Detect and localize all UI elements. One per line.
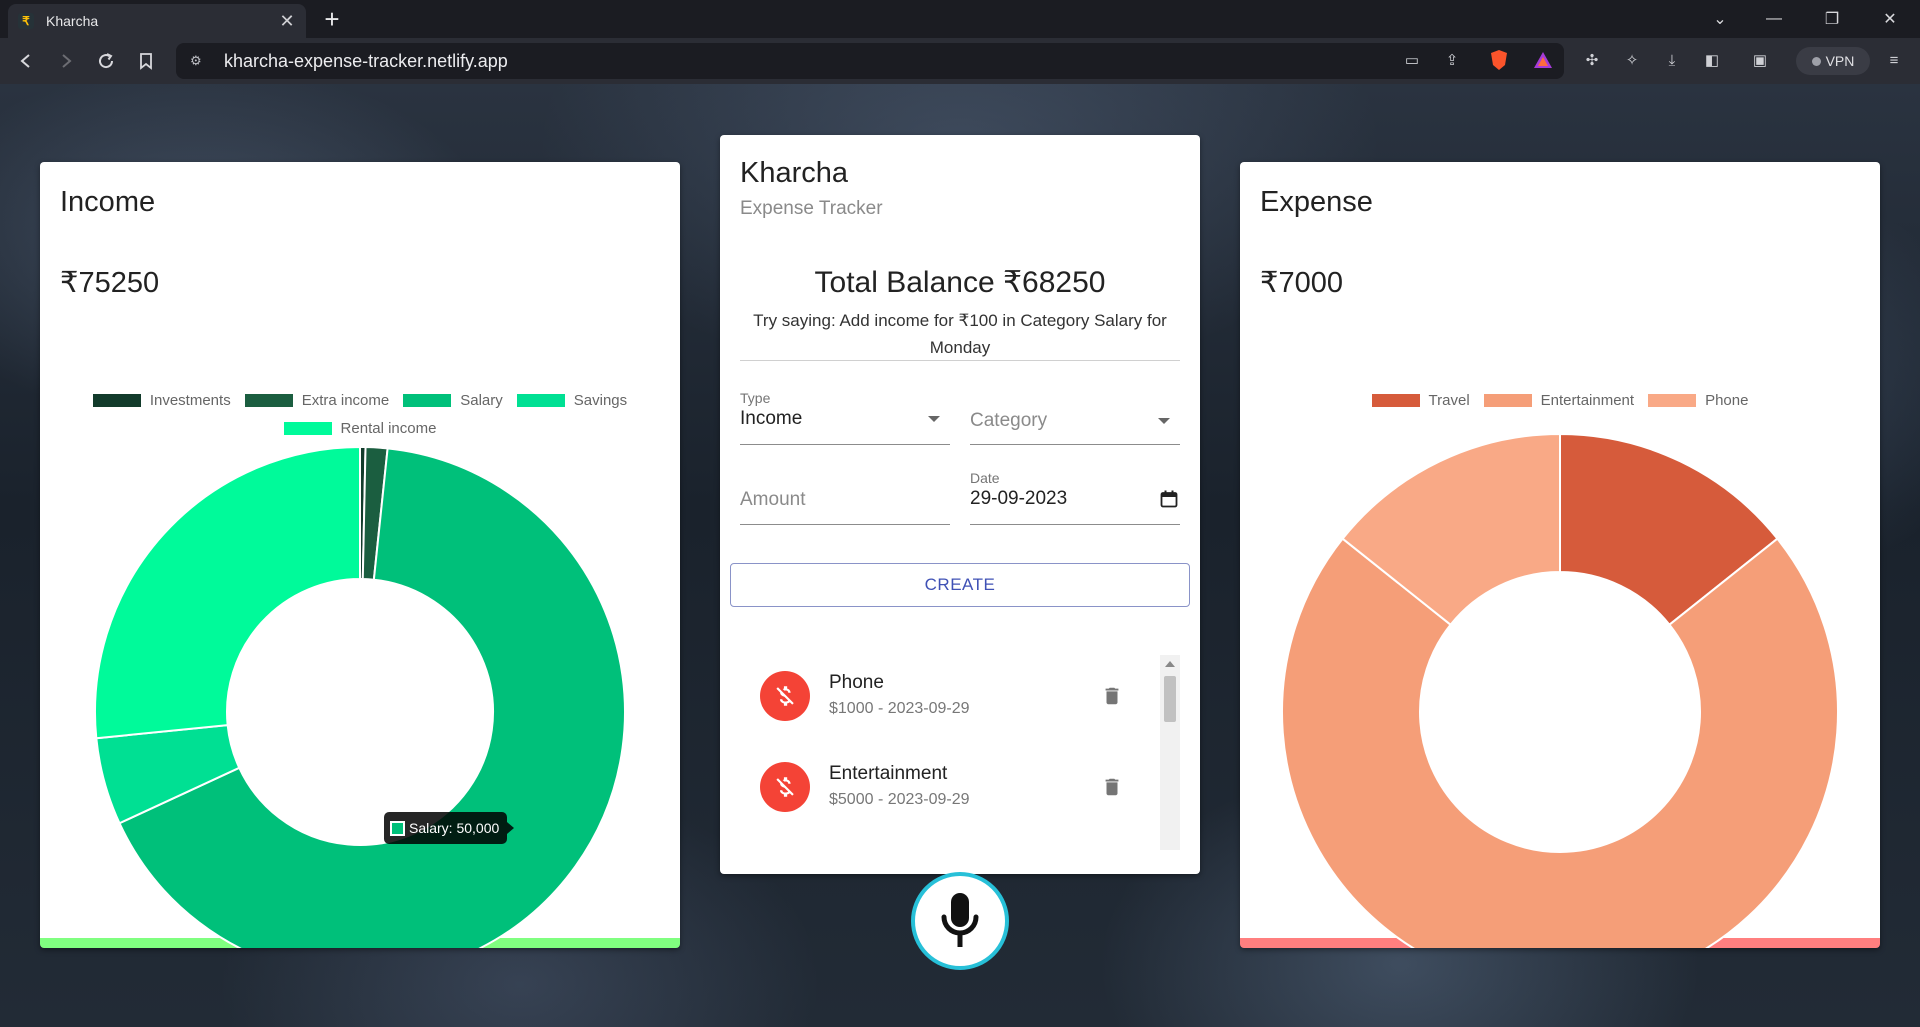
date-input[interactable]: Date 29-09-2023 <box>970 470 1180 525</box>
amount-placeholder: Amount <box>740 489 806 510</box>
transaction-detail: $5000 - 2023-09-29 <box>829 791 970 808</box>
category-dropdown-icon <box>1158 418 1170 424</box>
back-icon[interactable] <box>12 47 40 75</box>
date-label: Date <box>970 470 1000 486</box>
slice-entertainment[interactable] <box>1281 537 1839 948</box>
sidebar-icon[interactable]: ◧ <box>1700 46 1724 74</box>
browser-titlebar: ₹ Kharcha ✕ + ⌄ — ❐ ✕ <box>0 0 1920 38</box>
close-window-icon[interactable]: ✕ <box>1870 4 1910 34</box>
expense-card: Expense ₹7000 Travel Entertainment Phone <box>1240 162 1880 948</box>
transaction-name: Entertainment <box>829 763 948 784</box>
vpn-button[interactable]: VPN <box>1796 47 1870 75</box>
browser-tab[interactable]: ₹ Kharcha ✕ <box>8 4 306 38</box>
tracker-card: Kharcha Expense Tracker Total Balance ₹6… <box>720 135 1200 874</box>
reload-icon[interactable] <box>92 47 120 75</box>
type-label: Type <box>740 390 771 406</box>
income-card: Income ₹75250 Investments Extra income Sal… <box>40 162 680 948</box>
kharcha-favicon-icon: ₹ <box>18 13 34 29</box>
app-title: Kharcha <box>740 157 849 189</box>
extensions-icon[interactable]: ✣ <box>1580 46 1604 74</box>
transaction-detail: $1000 - 2023-09-29 <box>829 700 970 717</box>
date-value: 29-09-2023 <box>970 488 1068 509</box>
amount-input[interactable]: Amount <box>740 471 950 525</box>
tooltip-swatch <box>390 820 405 836</box>
list-item[interactable]: Entertainment $5000 - 2023-09-29 <box>720 752 1160 822</box>
address-bar[interactable]: ⚙ kharcha-expense-tracker.netlify.app <box>176 43 1564 79</box>
tab-close-icon[interactable]: ✕ <box>278 11 296 32</box>
vpn-label: VPN <box>1825 53 1855 69</box>
type-dropdown-icon <box>928 416 940 422</box>
calendar-icon[interactable] <box>1160 490 1178 508</box>
transaction-list: Phone $1000 - 2023-09-29 Entertainment $… <box>720 650 1200 850</box>
list-scrollbar[interactable] <box>1160 655 1180 850</box>
page-viewport: Income ₹75250 Investments Extra income Sal… <box>0 84 1920 1027</box>
category-select[interactable]: Category <box>970 390 1180 445</box>
transaction-name: Phone <box>829 672 884 693</box>
microphone-button[interactable] <box>911 872 1009 970</box>
wallet-icon[interactable]: ▣ <box>1748 46 1772 74</box>
site-info-icon[interactable]: ⚙ <box>190 53 210 69</box>
leo-ai-icon[interactable]: ✧ <box>1620 46 1644 74</box>
scroll-thumb[interactable] <box>1164 676 1176 722</box>
bookmark-icon[interactable] <box>132 47 160 75</box>
slice-rental-income[interactable] <box>94 445 361 740</box>
expense-donut-chart[interactable] <box>1240 162 1880 948</box>
delete-icon[interactable] <box>1101 683 1123 709</box>
brave-shield-icon[interactable] <box>1487 46 1511 74</box>
share-icon[interactable]: ⇪ <box>1440 46 1464 74</box>
url-text[interactable]: kharcha-expense-tracker.netlify.app <box>224 51 508 72</box>
type-select[interactable]: Type Income <box>740 390 950 445</box>
cast-icon[interactable]: ▭ <box>1400 46 1424 74</box>
money-off-icon <box>760 762 810 812</box>
list-item[interactable]: Phone $1000 - 2023-09-29 <box>720 661 1160 731</box>
voice-hint: Try saying: Add income for ₹100 in Categ… <box>753 311 1167 357</box>
money-off-icon <box>760 671 810 721</box>
delete-icon[interactable] <box>1101 774 1123 800</box>
type-value: Income <box>740 408 803 429</box>
minimize-icon[interactable]: — <box>1754 4 1794 34</box>
restore-icon[interactable]: ❐ <box>1812 4 1852 34</box>
app-subtitle: Expense Tracker <box>740 198 883 219</box>
downloads-icon[interactable]: ⤓ <box>1660 46 1684 74</box>
tooltip-text: Salary: 50,000 <box>409 820 500 836</box>
microphone-icon <box>941 893 979 947</box>
create-button[interactable]: CREATE <box>730 563 1190 607</box>
new-tab-button[interactable]: + <box>318 6 346 34</box>
scroll-up-arrow-icon[interactable] <box>1165 661 1175 667</box>
menu-icon[interactable]: ≡ <box>1882 46 1906 74</box>
brave-rewards-icon[interactable] <box>1531 46 1555 74</box>
divider <box>740 360 1180 361</box>
forward-icon[interactable] <box>52 47 80 75</box>
browser-toolbar: ⚙ kharcha-expense-tracker.netlify.app ▭ … <box>0 38 1920 84</box>
tab-title: Kharcha <box>46 13 99 29</box>
income-donut-chart[interactable] <box>40 162 680 948</box>
chart-tooltip: Salary: 50,000 <box>384 812 515 844</box>
tab-search-chevron-icon[interactable]: ⌄ <box>1700 4 1740 34</box>
category-placeholder: Category <box>970 410 1048 431</box>
total-balance: Total Balance ₹68250 <box>814 266 1106 299</box>
vpn-status-dot <box>1811 56 1821 66</box>
